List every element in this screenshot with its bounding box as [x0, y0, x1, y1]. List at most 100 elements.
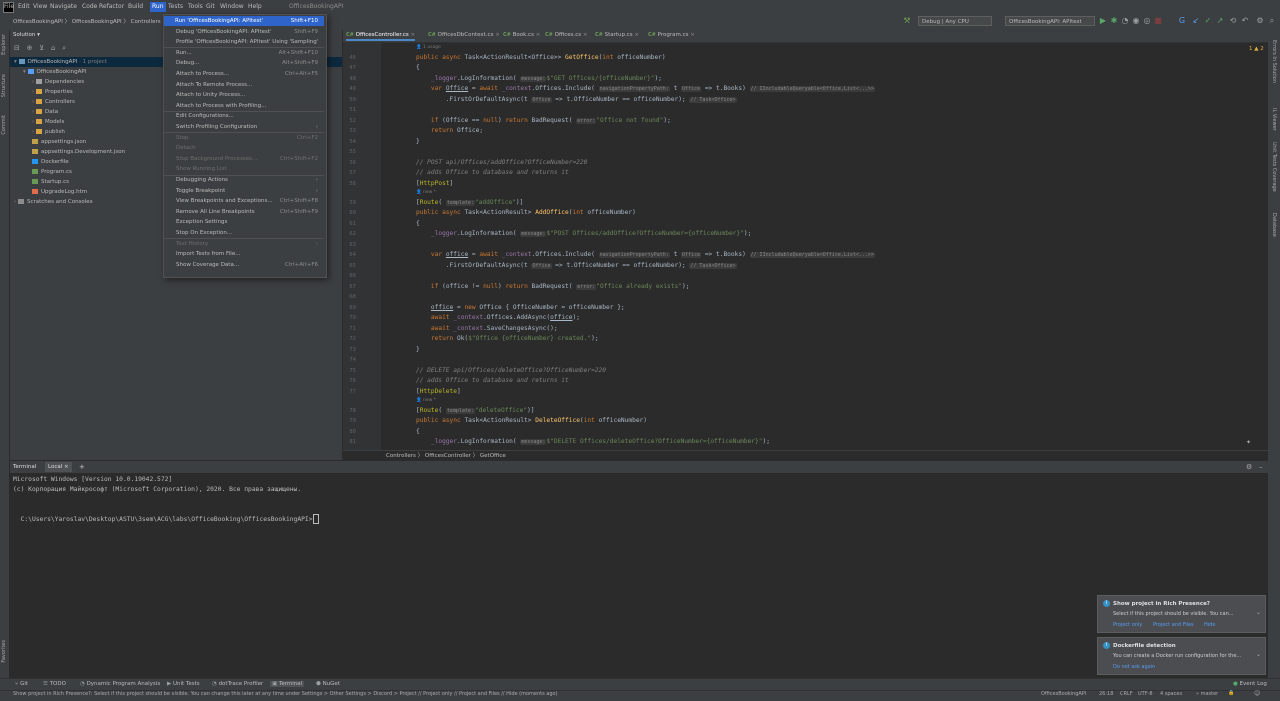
tool-unit-tests[interactable]: ▶ Unit Tests	[167, 681, 200, 687]
run-menu-item[interactable]: Debugging Actions ›	[176, 175, 324, 185]
git-commit-icon[interactable]: ✓	[1204, 17, 1212, 25]
run-menu-item[interactable]: Run... Alt+Shift+F10	[176, 48, 324, 58]
nav-crumb-solution[interactable]: OfficesBookingAPI	[13, 19, 63, 25]
lock-icon[interactable]: 🔒	[1228, 690, 1234, 696]
close-icon[interactable]: ×	[633, 32, 639, 38]
locate-icon[interactable]: ⊕	[27, 44, 33, 52]
usage-hint[interactable]: 👤 new *	[416, 190, 436, 195]
code-editor[interactable]	[381, 43, 1268, 450]
run-menu-item[interactable]: View Breakpoints and Exceptions... Ctrl+S…	[176, 196, 324, 206]
rollback-icon[interactable]: ↶	[1241, 17, 1249, 25]
tool-dynamic-program-analysis[interactable]: ◔ Dynamic Program Analysis	[80, 681, 160, 687]
terminal-tab-title[interactable]: Terminal	[13, 464, 36, 470]
menu-window[interactable]: Window	[220, 3, 244, 10]
run-menu-item[interactable]: Remove All Line Breakpoints Ctrl+Shift+F9	[176, 207, 324, 217]
run-menu-item[interactable]: Attach To Remote Process...	[176, 80, 324, 90]
tool-structure[interactable]: Structure	[1, 74, 7, 97]
menu-help[interactable]: Help	[248, 3, 262, 10]
git-push-icon[interactable]: ↗	[1216, 17, 1224, 25]
tool-nuget[interactable]: ⬢ NuGet	[316, 681, 340, 687]
solution-title[interactable]: Solution	[13, 32, 35, 38]
status-item[interactable]: CRLF	[1120, 691, 1133, 697]
tool-todo[interactable]: ☰ TODO	[43, 681, 66, 687]
tool-commit[interactable]: Commit	[1, 115, 7, 135]
breadcrumb-item[interactable]: OfficesController	[425, 453, 471, 459]
run-menu-item[interactable]: Debug 'OfficesBookingAPI: APItest' Shift+…	[176, 27, 324, 37]
close-icon[interactable]: ×	[581, 32, 588, 38]
usage-hint[interactable]: 👤 1 usage	[416, 45, 441, 50]
menu-build[interactable]: Build	[128, 3, 143, 10]
expand-chevron-icon[interactable]: ⌄	[1256, 609, 1261, 616]
run-menu-item[interactable]: Exception Settings	[176, 217, 324, 227]
event-log-button[interactable]: ● Event Log	[1233, 681, 1267, 687]
tool-explorer[interactable]: Explorer	[1, 34, 7, 55]
settings-gear-icon[interactable]: ⚙	[1256, 17, 1264, 25]
run-menu-item[interactable]: Debug... Alt+Shift+F9	[176, 58, 324, 68]
close-icon[interactable]: ×	[534, 32, 541, 38]
run-menu-item[interactable]: Show Coverage Data... Ctrl+Alt+F6	[176, 260, 324, 270]
expand-chevron-icon[interactable]: ⌄	[1256, 651, 1261, 658]
tool-errors-in-solution[interactable]: Errors In Solution	[1271, 40, 1277, 83]
menu-file[interactable]: File	[4, 3, 14, 10]
collapse-all-icon[interactable]: ⊟	[14, 44, 20, 52]
notification-dockerfile[interactable]: i Dockerfile detection You can create a …	[1097, 637, 1266, 675]
status-item[interactable]: UTF-8	[1138, 691, 1153, 697]
editor-tab[interactable]: C# Program.cs ×	[648, 32, 695, 38]
tool-il-viewer[interactable]: IL Viewer	[1271, 108, 1277, 131]
breadcrumb-item[interactable]: Controllers	[386, 453, 416, 459]
editor-tab[interactable]: C# OfficesDbContext.cs ×	[428, 32, 500, 38]
tool-terminal[interactable]: ▣ Terminal	[270, 681, 305, 687]
usage-hint[interactable]: 👤 new *	[416, 398, 436, 403]
run-menu-item[interactable]: Stop On Exception...	[176, 228, 324, 238]
run-menu-item[interactable]: Attach to Process... Ctrl+Alt+F5	[176, 69, 324, 79]
notification-action-do-not-ask[interactable]: Do not ask again	[1113, 664, 1155, 670]
tool-dottrace-profiler[interactable]: ◔ dotTrace Profiler	[212, 681, 263, 687]
config-dropdown[interactable]: Debug | Any CPU	[918, 16, 992, 26]
editor-tab[interactable]: C# OfficesController.cs ×	[346, 32, 416, 41]
stop-icon[interactable]: ■	[1154, 17, 1162, 25]
notifications-icon[interactable]: ☺	[1254, 690, 1260, 697]
menu-edit[interactable]: Edit	[18, 3, 30, 10]
notification-action-project-only[interactable]: Project only	[1113, 622, 1142, 628]
git-update-icon[interactable]: G	[1178, 17, 1186, 25]
attach-icon[interactable]: ◉	[1132, 17, 1140, 25]
tool-database[interactable]: Database	[1271, 213, 1277, 237]
status-item[interactable]: 26:18	[1099, 691, 1113, 697]
menu-tests[interactable]: Tests	[168, 3, 183, 10]
build-hammer-icon[interactable]: ⚒	[903, 17, 911, 25]
menu-run[interactable]: Run	[150, 2, 166, 12]
coverage-icon[interactable]: ◎	[1143, 17, 1151, 25]
tool-favorites[interactable]: Favorites	[1, 640, 7, 663]
terminal-tab-local[interactable]: Local ×	[45, 462, 72, 472]
close-icon[interactable]: ×	[688, 32, 695, 38]
terminal-hide-icon[interactable]: –	[1259, 463, 1263, 471]
run-menu-item[interactable]: Attach to Process with Profiling...	[176, 101, 324, 111]
run-menu-item[interactable]: Profile 'OfficesBookingAPI: APItest' Usi…	[176, 37, 324, 47]
new-terminal-icon[interactable]: +	[79, 463, 85, 471]
editor-tab[interactable]: C# Offices.cs ×	[545, 32, 588, 38]
search-icon[interactable]: ⌕	[1268, 17, 1276, 25]
tool-git[interactable]: ⑂ Git	[15, 681, 28, 687]
terminal-settings-gear-icon[interactable]: ⚙	[1246, 463, 1252, 471]
profile-icon[interactable]: ◔	[1121, 17, 1129, 25]
nav-crumb-project[interactable]: OfficesBookingAPI	[72, 19, 122, 25]
tool-unit-tests-coverage[interactable]: Unit Tests Coverage	[1271, 142, 1277, 192]
run-menu-item[interactable]: Toggle Breakpoint ›	[176, 186, 324, 196]
menu-code[interactable]: Code	[82, 3, 97, 10]
menu-view[interactable]: View	[33, 3, 47, 10]
run-menu-item[interactable]: Attach to Unity Process...	[176, 90, 324, 100]
menu-tools[interactable]: Tools	[188, 3, 203, 10]
status-item[interactable]: ⑂ master	[1196, 691, 1218, 697]
notification-action-hide[interactable]: Hide	[1204, 622, 1215, 628]
close-icon[interactable]: ×	[409, 32, 415, 38]
menu-refactor[interactable]: Refactor	[99, 3, 124, 10]
history-icon[interactable]: ⟲	[1229, 17, 1237, 25]
reader-mode-icon[interactable]: ✦	[1246, 439, 1251, 446]
filter-icon[interactable]: ⊻	[39, 44, 44, 52]
run-config-dropdown[interactable]: OfficesBookingAPI: APItest	[1005, 16, 1095, 26]
breadcrumb-item[interactable]: GetOffice	[480, 453, 506, 459]
notification-action-project-and-files[interactable]: Project and Files	[1153, 622, 1194, 628]
menu-navigate[interactable]: Navigate	[50, 3, 77, 10]
status-item[interactable]: 4 spaces	[1160, 691, 1182, 697]
search-icon[interactable]: ⌕	[62, 44, 66, 52]
